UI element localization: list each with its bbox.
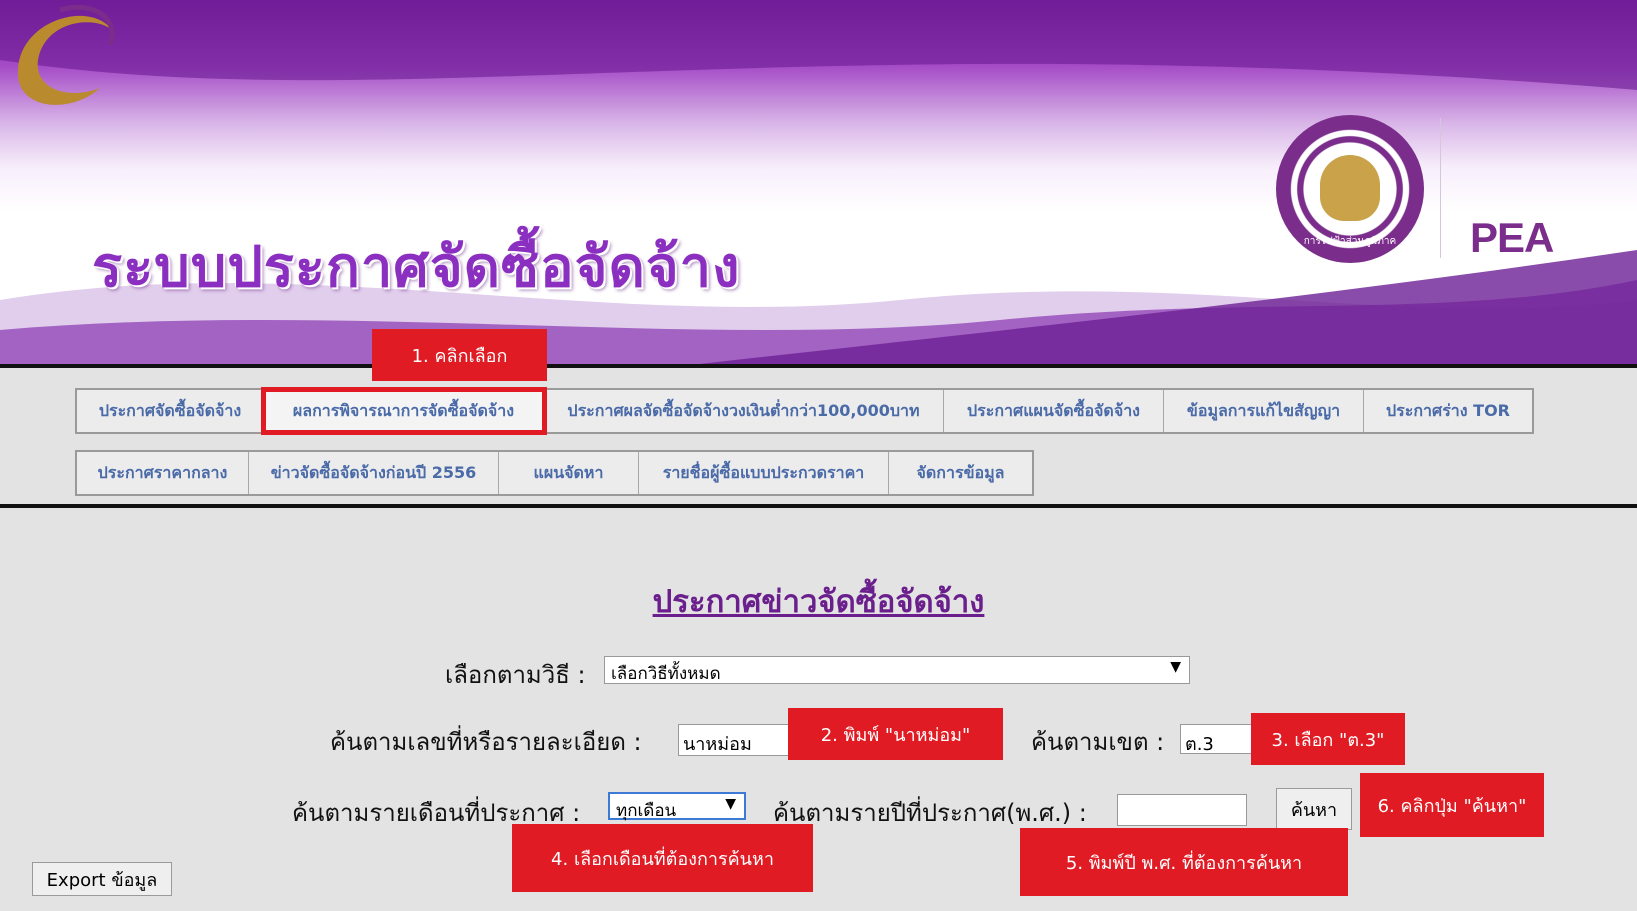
banner-title: ระบบประกาศจัดซื้อจัดจ้าง bbox=[92, 234, 741, 300]
export-button[interactable]: Export ข้อมูล bbox=[32, 862, 172, 896]
callout-step-2: 2. พิมพ์ "นาหม่อม" bbox=[788, 708, 1003, 760]
month-select[interactable]: ทุกเดือน ▼ bbox=[608, 792, 746, 821]
callout-step-5: 5. พิมพ์ปี พ.ศ. ที่ต้องการค้นหา bbox=[1020, 828, 1348, 896]
method-select[interactable]: เลือกวิธีทั้งหมด ▼ bbox=[604, 656, 1190, 684]
menu-procurement-planning[interactable]: แผนจัดหา bbox=[499, 452, 639, 494]
menu-results-under-100000[interactable]: ประกาศผลจัดซื้อจัดจ้างวงเงินต่ำกว่า100,0… bbox=[544, 390, 944, 432]
menu-median-price[interactable]: ประกาศราคากลาง bbox=[77, 452, 249, 494]
seal-caption: การไฟฟ้าส่วนภูมิภาค bbox=[1303, 236, 1397, 247]
menu-data-management[interactable]: จัดการข้อมูล bbox=[889, 452, 1032, 494]
pea-swoosh-logo bbox=[17, 4, 115, 105]
menu-contract-amendments[interactable]: ข้อมูลการแก้ไขสัญญา bbox=[1164, 390, 1364, 432]
menu-procurement-announcements[interactable]: ประกาศจัดซื้อจัดจ้าง bbox=[77, 390, 264, 432]
pea-seal-logo: การไฟฟ้าส่วนภูมิภาค bbox=[1276, 115, 1424, 263]
menu-procurement-results[interactable]: ผลการพิจารณาการจัดซื้อจัดจ้าง bbox=[261, 387, 547, 435]
year-label: ค้นตามรายปีที่ประกาศ(พ.ศ.) : bbox=[773, 799, 1087, 827]
district-select[interactable]: ต.3 bbox=[1180, 724, 1252, 755]
menu-tor-draft[interactable]: ประกาศร่าง TOR bbox=[1364, 390, 1532, 432]
callout-step-1: 1. คลิกเลือก bbox=[372, 329, 547, 381]
method-label: เลือกตามวิธี : bbox=[445, 661, 586, 689]
callout-step-4: 4. เลือกเดือนที่ต้องการค้นหา bbox=[512, 824, 813, 892]
logo-divider bbox=[1440, 118, 1441, 258]
method-select-value: เลือกวิธีทั้งหมด bbox=[611, 664, 721, 684]
search-button[interactable]: ค้นหา bbox=[1276, 788, 1352, 830]
thailand-map-icon bbox=[1320, 155, 1380, 221]
menu-news-before-2556[interactable]: ข่าวจัดซื้อจัดจ้างก่อนปี 2556 bbox=[249, 452, 499, 494]
district-label: ค้นตามเขต : bbox=[1031, 728, 1165, 756]
keyword-input[interactable]: นาหม่อม bbox=[678, 724, 790, 756]
keyword-label: ค้นตามเลขที่หรือรายละเอียด : bbox=[330, 728, 642, 756]
header-banner: ระบบประกาศจัดซื้อจัดจ้าง การไฟฟ้าส่วนภูม… bbox=[0, 0, 1637, 364]
page-title: ประกาศข่าวจัดซื้อจัดจ้าง bbox=[652, 584, 985, 620]
pea-logo-text: PEA bbox=[1470, 214, 1554, 261]
menu-bidder-list[interactable]: รายชื่อผู้ซื้อแบบประกวดราคา bbox=[639, 452, 889, 494]
chevron-down-icon: ▼ bbox=[725, 796, 736, 812]
menu-row-1: ประกาศจัดซื้อจัดจ้าง ผลการพิจารณาการจัดซ… bbox=[75, 387, 1534, 435]
month-select-value: ทุกเดือน bbox=[616, 801, 677, 821]
callout-step-6: 6. คลิกปุ่ม "ค้นหา" bbox=[1360, 773, 1544, 837]
menu-row-2: ประกาศราคากลาง ข่าวจัดซื้อจัดจ้างก่อนปี … bbox=[75, 450, 1034, 496]
callout-step-3: 3. เลือก "ต.3" bbox=[1251, 713, 1405, 765]
main-navigation: ประกาศจัดซื้อจัดจ้าง ผลการพิจารณาการจัดซ… bbox=[0, 364, 1637, 508]
year-input[interactable] bbox=[1117, 794, 1247, 826]
chevron-down-icon: ▼ bbox=[1170, 659, 1181, 675]
menu-procurement-plan[interactable]: ประกาศแผนจัดซื้อจัดจ้าง bbox=[944, 390, 1164, 432]
